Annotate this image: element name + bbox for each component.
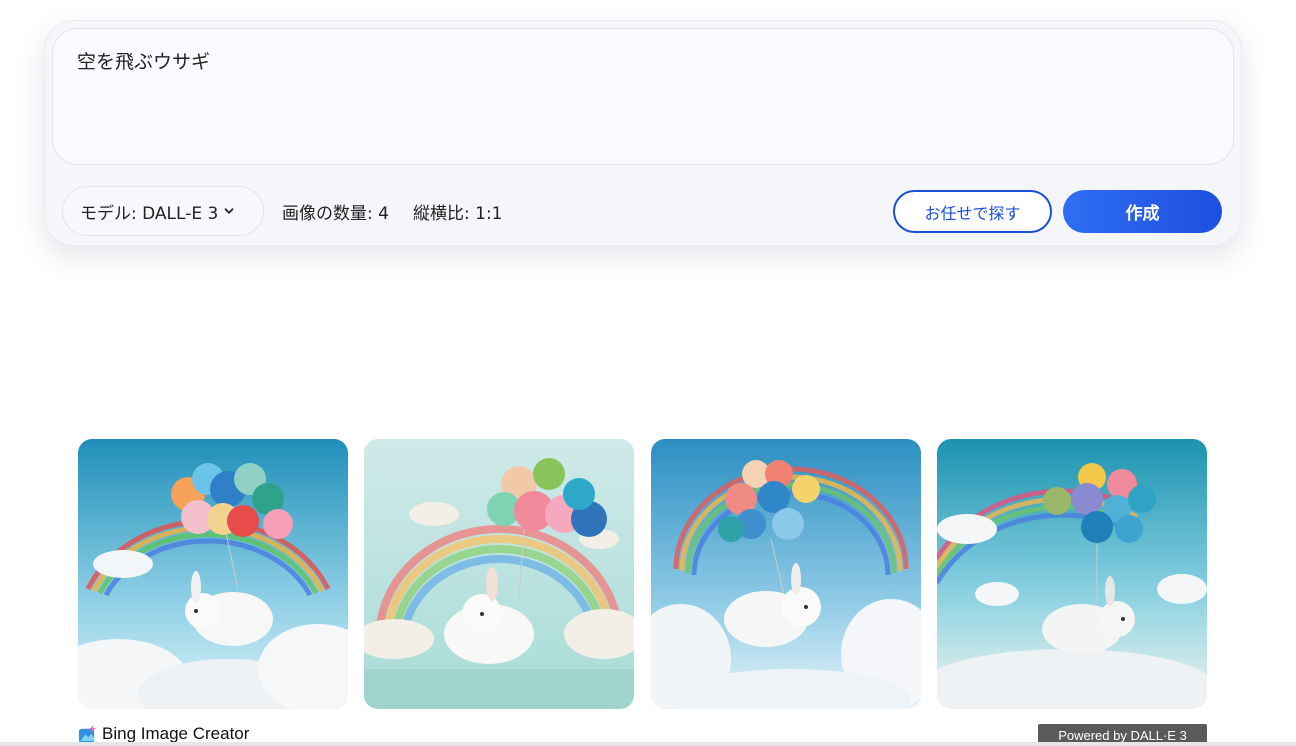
options-row: モデル: DALL-E 3 画像の数量: 4 縦横比: 1:1 お任せで探す 作… (62, 186, 1222, 238)
bottom-divider (0, 742, 1296, 746)
model-label: モデル: DALL-E 3 (80, 203, 219, 224)
brand-text: Bing Image Creator (102, 724, 250, 743)
rabbit-balloons-image (78, 439, 348, 709)
rabbit-balloons-image (937, 439, 1207, 709)
surprise-me-button[interactable]: お任せで探す (893, 190, 1052, 233)
chevron-down-icon (224, 208, 234, 214)
prompt-textarea[interactable]: 空を飛ぶウサギ (52, 28, 1234, 165)
bing-image-creator-logo-icon (78, 724, 97, 743)
result-image-2[interactable] (364, 439, 634, 709)
rabbit-balloons-image (364, 439, 634, 709)
create-button[interactable]: 作成 (1063, 190, 1222, 233)
create-label: 作成 (1125, 204, 1160, 224)
model-dropdown[interactable]: モデル: DALL-E 3 (62, 186, 264, 236)
rabbit-balloons-image (651, 439, 921, 709)
surprise-me-label: お任せで探す (924, 203, 1021, 223)
aspect-ratio-setting[interactable]: 縦横比: 1:1 (413, 199, 503, 224)
result-image-3[interactable] (651, 439, 921, 709)
result-image-4[interactable] (937, 439, 1207, 709)
result-image-1[interactable] (78, 439, 348, 709)
prompt-text: 空を飛ぶウサギ (77, 51, 211, 73)
image-count-setting[interactable]: 画像の数量: 4 (282, 199, 389, 224)
prompt-card: 空を飛ぶウサギ モデル: DALL-E 3 画像の数量: 4 縦横比: 1:1 … (44, 20, 1242, 246)
powered-by-text: Powered by DALL·E 3 (1058, 727, 1187, 743)
